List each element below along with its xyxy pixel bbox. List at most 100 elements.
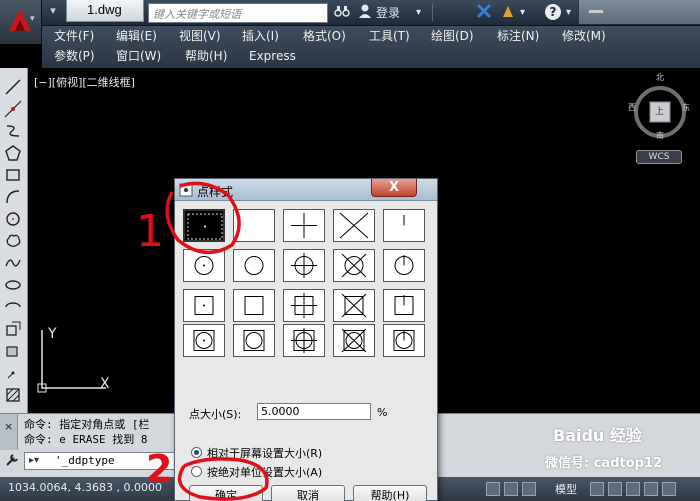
chevron-down-icon[interactable]: ▾	[416, 3, 421, 23]
radio-relative-to-screen[interactable]	[191, 447, 202, 458]
line-icon[interactable]	[4, 78, 22, 96]
point-style-circle-cross[interactable]	[333, 249, 375, 282]
pan-icon[interactable]	[608, 482, 622, 496]
workspace-icon[interactable]	[644, 482, 658, 496]
point-style-circle-plus[interactable]	[283, 249, 325, 282]
point-size-unit: %	[377, 406, 388, 419]
point-style-icon	[179, 183, 193, 197]
point-style-circle-square[interactable]	[233, 324, 275, 357]
menu-dimension[interactable]: 标注(N)	[497, 27, 539, 45]
zoom-icon[interactable]	[626, 482, 640, 496]
binoculars-icon[interactable]	[334, 3, 350, 23]
arc-icon[interactable]	[4, 188, 22, 206]
chevron-down-icon[interactable]: ▾	[520, 3, 525, 23]
wrench-icon[interactable]	[4, 452, 20, 468]
menu-draw[interactable]: 绘图(D)	[431, 27, 474, 45]
menu-view[interactable]: 视图(V)	[179, 27, 221, 45]
close-button[interactable]: X	[371, 179, 417, 197]
menu-parametric[interactable]: 参数(P)	[54, 47, 95, 65]
viewport-label[interactable]: [−][俯视][二维线框]	[34, 74, 135, 90]
rectangle-icon[interactable]	[4, 166, 22, 184]
polyline-icon[interactable]	[4, 122, 22, 140]
point-style-dot[interactable]	[183, 209, 225, 242]
compass-west[interactable]: 西	[628, 102, 636, 113]
point-style-plus[interactable]	[283, 209, 325, 242]
minimize-icon[interactable]	[589, 10, 603, 13]
point-style-circle-square-cross[interactable]	[333, 324, 375, 357]
toolbar-lock-icon[interactable]	[662, 482, 676, 496]
search-input[interactable]: 键入关键字或短语	[148, 3, 328, 23]
hatch-icon[interactable]	[4, 386, 22, 404]
point-icon[interactable]	[4, 364, 22, 382]
menu-edit[interactable]: 编辑(E)	[116, 27, 157, 45]
autocad-window: ▾ 1.dwg 键入关键字或短语 登录 ▾ ▾ ? ▾ ▾ 文件(F) 编辑(E…	[0, 0, 700, 501]
point-style-circle-tick[interactable]	[383, 249, 425, 282]
insert-block-icon[interactable]	[4, 320, 22, 338]
point-style-circle-square-tick[interactable]	[383, 324, 425, 357]
user-icon[interactable]	[358, 3, 372, 23]
help-icon[interactable]: ?	[544, 3, 562, 23]
point-style-cross[interactable]	[333, 209, 375, 242]
radio-absolute-units[interactable]	[191, 466, 202, 477]
wcs-menu[interactable]: WCS	[636, 150, 682, 164]
menu-window[interactable]: 窗口(W)	[116, 47, 161, 65]
revision-cloud-icon[interactable]	[4, 232, 22, 250]
spline-icon[interactable]	[4, 254, 22, 272]
coordinate-readout[interactable]: 1034.0064, 4.3683 , 0.0000	[8, 481, 162, 494]
menu-insert[interactable]: 插入(I)	[242, 27, 279, 45]
construction-line-icon[interactable]	[4, 100, 22, 118]
point-style-tick[interactable]	[383, 209, 425, 242]
application-menu-button[interactable]: ▾	[0, 0, 42, 44]
chevron-down-icon[interactable]: ▾	[46, 4, 60, 18]
point-style-square-cross[interactable]	[333, 289, 375, 322]
grid-mode-icon[interactable]	[504, 482, 518, 496]
menu-express[interactable]: Express	[249, 47, 296, 65]
subscription-icon[interactable]	[500, 3, 516, 23]
layout-icon[interactable]	[590, 482, 604, 496]
ortho-mode-icon[interactable]	[522, 482, 536, 496]
radio-absolute-label[interactable]: 按绝对单位设置大小(A)	[207, 464, 322, 480]
point-style-circle[interactable]	[233, 249, 275, 282]
point-size-input[interactable]: 5.0000	[257, 403, 371, 420]
circle-icon[interactable]	[4, 210, 22, 228]
point-style-square-tick[interactable]	[383, 289, 425, 322]
dialog-title-bar[interactable]: 点样式 X	[175, 179, 437, 201]
make-block-icon[interactable]	[4, 342, 22, 360]
point-style-square[interactable]	[233, 289, 275, 322]
compass-south[interactable]: 南	[656, 130, 664, 141]
menu-format[interactable]: 格式(O)	[303, 27, 346, 45]
ok-button[interactable]: 确定	[189, 485, 263, 501]
menu-file[interactable]: 文件(F)	[54, 27, 94, 45]
document-tab[interactable]: 1.dwg	[66, 0, 144, 22]
watermark-line-1: Baidu 经验	[553, 426, 642, 445]
radio-relative-label[interactable]: 相对于屏幕设置大小(R)	[207, 445, 322, 461]
polygon-icon[interactable]	[4, 144, 22, 162]
help-button[interactable]: 帮助(H)	[353, 485, 427, 501]
point-style-square-plus[interactable]	[283, 289, 325, 322]
point-style-circle-square-dot[interactable]	[183, 324, 225, 357]
menu-help[interactable]: 帮助(H)	[185, 47, 227, 65]
viewcube-top-face[interactable]: 上	[655, 104, 664, 117]
point-style-square-dot[interactable]	[183, 289, 225, 322]
menu-tools[interactable]: 工具(T)	[369, 27, 410, 45]
title-bar: ▾ 1.dwg 键入关键字或短语 登录 ▾ ▾ ? ▾	[0, 0, 700, 26]
close-icon[interactable]: ×	[4, 420, 13, 433]
compass-east[interactable]: 东	[682, 102, 690, 113]
point-style-circle-square-plus[interactable]	[283, 324, 325, 357]
ellipse-icon[interactable]	[4, 276, 22, 294]
point-style-circle-dot[interactable]	[183, 249, 225, 282]
login-link[interactable]: 登录	[376, 3, 400, 23]
point-style-none[interactable]	[233, 209, 275, 242]
point-style-dialog: 点样式 X 点大小(S): 5.0000 % 相对于屏幕设置大小(R) 按绝对单…	[174, 178, 438, 501]
menu-modify[interactable]: 修改(M)	[562, 27, 606, 45]
model-space-button[interactable]: 模型	[555, 481, 577, 497]
viewcube[interactable]: 北 南 西 东 上	[628, 72, 692, 154]
chevron-down-icon[interactable]: ▾	[566, 3, 571, 23]
ellipse-arc-icon[interactable]	[4, 298, 22, 316]
compass-north[interactable]: 北	[656, 72, 664, 83]
command-window-grip[interactable]: ×	[0, 414, 18, 450]
command-history-line: 命令: 指定对角点或 [栏	[24, 418, 150, 431]
exchange-x-icon[interactable]	[476, 3, 492, 23]
snap-mode-icon[interactable]	[486, 482, 500, 496]
cancel-button[interactable]: 取消	[271, 485, 345, 501]
